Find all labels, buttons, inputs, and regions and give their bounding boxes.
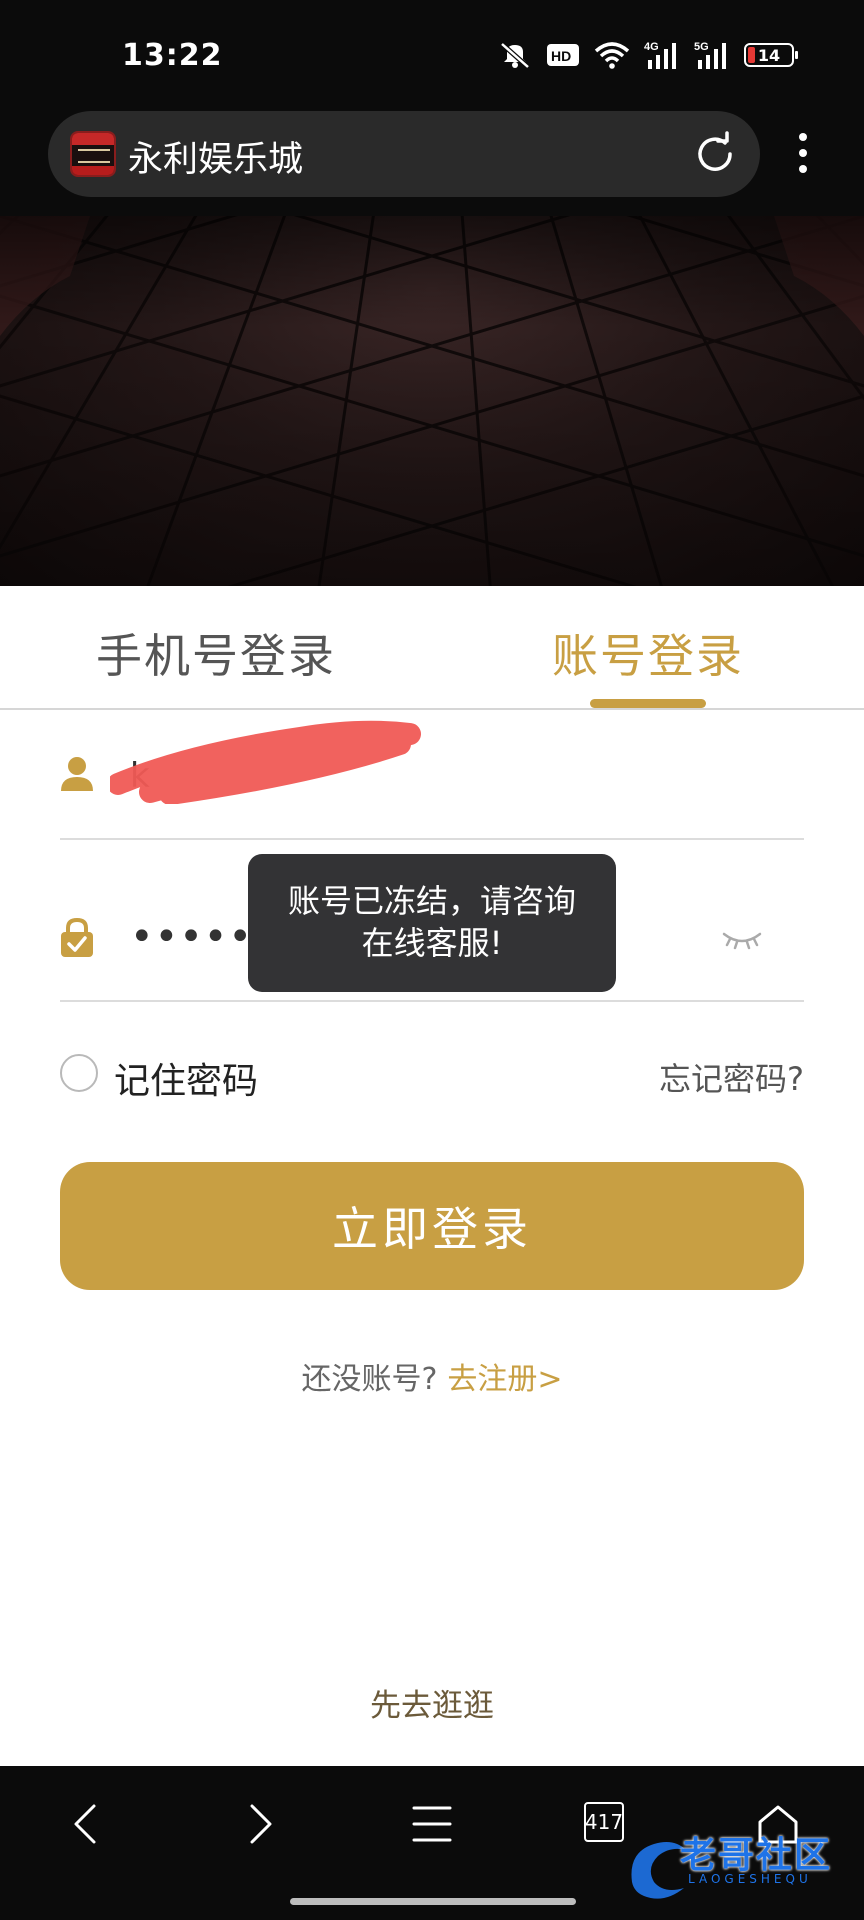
site-logo xyxy=(70,131,116,177)
lock-icon xyxy=(61,918,93,957)
tabs-icon[interactable]: 417 xyxy=(584,1802,624,1842)
hero-banner xyxy=(0,216,864,586)
back-icon[interactable] xyxy=(66,1802,106,1846)
status-icons: HD 4G 5G 14 xyxy=(498,40,798,70)
user-icon xyxy=(61,757,93,791)
watermark-sub: LAOGESHEQU xyxy=(688,1872,812,1886)
battery-level: 14 xyxy=(757,45,781,65)
register-link[interactable]: 去注册> xyxy=(447,1362,562,1397)
hd-label: HD xyxy=(551,48,571,64)
login-button[interactable]: 立即登录 xyxy=(60,1162,804,1290)
watermark-text: 老哥社区 xyxy=(680,1835,833,1876)
remember-checkbox[interactable] xyxy=(60,1054,98,1092)
hd-icon: HD xyxy=(547,44,579,66)
toast-line-2: 在线客服! xyxy=(361,924,503,962)
battery-icon: 14 xyxy=(744,43,798,67)
toast-line-1: 账号已冻结，请咨询 xyxy=(287,882,576,920)
tiled-floor-pattern xyxy=(0,216,864,586)
svg-text:4G: 4G xyxy=(644,41,659,53)
redaction-scribble xyxy=(110,720,421,804)
remember-label: 记住密码 xyxy=(114,1061,259,1102)
mute-icon xyxy=(500,42,530,69)
register-question: 还没账号? xyxy=(301,1362,438,1397)
site-title: 永利娱乐城 xyxy=(128,140,304,180)
login-tabs: 手机号登录 账号登录 xyxy=(0,586,864,710)
more-menu-icon[interactable] xyxy=(795,132,811,174)
active-tab-indicator xyxy=(590,699,706,708)
tab-phone-login[interactable]: 手机号登录 xyxy=(96,620,336,686)
menu-icon[interactable] xyxy=(410,1802,454,1846)
browse-first-link[interactable]: 先去逛逛 xyxy=(0,1680,864,1725)
wifi-icon xyxy=(594,42,630,69)
forward-icon[interactable] xyxy=(240,1802,280,1846)
register-prompt: 还没账号? 去注册> xyxy=(0,1354,864,1398)
forgot-password-link[interactable]: 忘记密码? xyxy=(659,1054,804,1100)
signal-4g-icon: 4G xyxy=(644,41,676,69)
status-bar: 13:22 HD 4G 5G 14 xyxy=(0,0,864,108)
browser-toolbar: 永利娱乐城 xyxy=(0,108,864,216)
address-bar[interactable]: 永利娱乐城 xyxy=(48,111,760,197)
error-toast: 账号已冻结，请咨询 在线客服! xyxy=(248,854,616,992)
status-time: 13:22 xyxy=(122,38,223,73)
tab-account-login[interactable]: 账号登录 xyxy=(552,620,744,686)
watermark: 老哥社区 LAOGESHEQU xyxy=(624,1822,864,1902)
eye-closed-icon[interactable] xyxy=(722,930,762,950)
signal-5g-icon: 5G xyxy=(694,41,726,69)
home-indicator[interactable] xyxy=(290,1898,576,1905)
svg-text:5G: 5G xyxy=(694,41,709,53)
reload-icon[interactable] xyxy=(692,131,738,177)
username-field[interactable]: k xyxy=(60,716,804,840)
